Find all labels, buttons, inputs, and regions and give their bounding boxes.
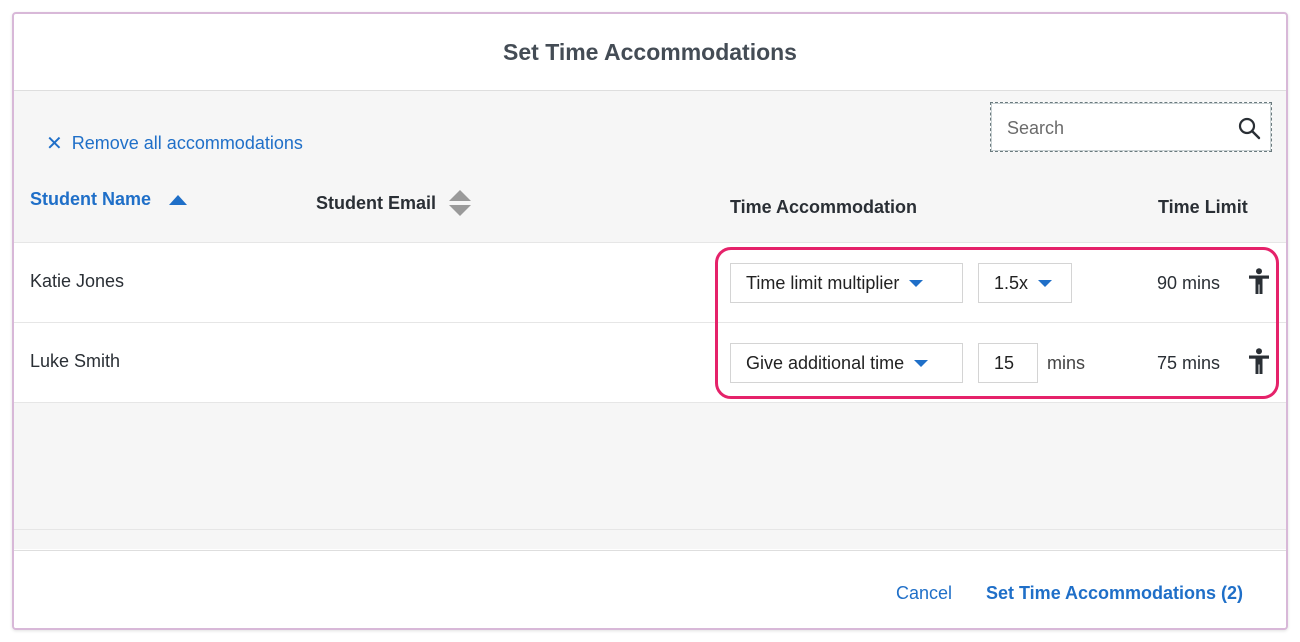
column-label: Time Accommodation xyxy=(730,197,918,217)
select-value: 1.5x xyxy=(994,272,1029,293)
select-value: Give additional time xyxy=(746,352,905,373)
chevron-down-icon xyxy=(1038,279,1053,287)
student-name: Katie Jones xyxy=(30,271,125,291)
cancel-button[interactable]: Cancel xyxy=(896,583,952,604)
divider xyxy=(14,529,1286,530)
column-label: Student Email xyxy=(316,192,437,213)
sort-unsorted-icon xyxy=(449,190,472,216)
set-time-accommodations-button[interactable]: Set Time Accommodations (2) xyxy=(986,583,1243,604)
dialog-title: Set Time Accommodations xyxy=(14,14,1286,91)
student-name: Luke Smith xyxy=(30,351,121,371)
dialog-body: ✕ Remove all accommodations Student Name… xyxy=(14,91,1286,549)
time-accommodations-dialog: Set Time Accommodations ✕ Remove all acc… xyxy=(12,12,1288,630)
sort-ascending-icon xyxy=(169,194,188,205)
close-icon: ✕ xyxy=(46,132,63,155)
chevron-down-icon xyxy=(909,279,924,287)
time-limit-value: 75 mins xyxy=(1157,353,1221,373)
time-limit-value: 90 mins xyxy=(1157,273,1221,293)
unit-label: mins xyxy=(1047,353,1086,373)
column-header-student-name[interactable]: Student Name xyxy=(30,189,188,210)
column-header-time-accommodation: Time Accommodation xyxy=(730,197,917,218)
column-label: Student Name xyxy=(30,189,152,209)
chevron-down-icon xyxy=(914,359,929,367)
table-row: Katie Jones Time limit multiplier 1.5x 9… xyxy=(14,242,1286,322)
additional-minutes-input[interactable]: 15 xyxy=(978,343,1038,383)
accessibility-person-icon xyxy=(1249,348,1269,374)
select-value: Time limit multiplier xyxy=(746,272,900,293)
search-box[interactable] xyxy=(990,102,1272,152)
multiplier-select[interactable]: 1.5x xyxy=(978,263,1072,303)
column-header-time-limit: Time Limit xyxy=(1158,197,1248,218)
remove-all-accommodations-link[interactable]: ✕ Remove all accommodations xyxy=(46,133,303,154)
search-icon[interactable] xyxy=(1237,116,1261,140)
remove-all-label: Remove all accommodations xyxy=(71,133,303,153)
column-header-student-email[interactable]: Student Email xyxy=(316,189,472,217)
accessibility-person-icon xyxy=(1249,268,1269,294)
dialog-footer: Cancel Set Time Accommodations (2) xyxy=(14,550,1286,628)
table-row: Luke Smith Give additional time 15 mins … xyxy=(14,322,1286,403)
search-input[interactable] xyxy=(1005,115,1229,141)
accommodation-type-select[interactable]: Give additional time xyxy=(730,343,963,383)
accommodation-type-select[interactable]: Time limit multiplier xyxy=(730,263,963,303)
column-label: Time Limit xyxy=(1158,197,1248,217)
